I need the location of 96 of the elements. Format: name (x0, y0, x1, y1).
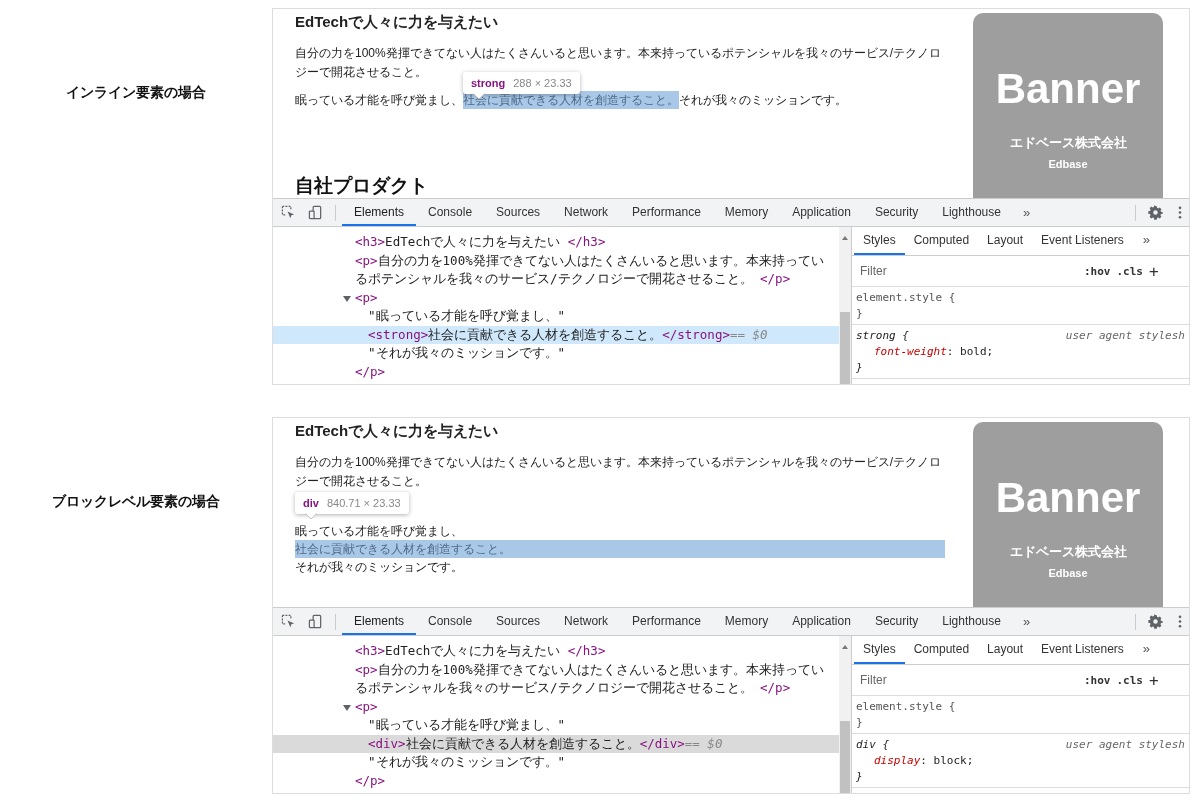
rule-source: user agent stylesh (1065, 328, 1185, 344)
inspect-icon[interactable] (281, 614, 296, 629)
devtools-tab[interactable]: Network (552, 199, 621, 226)
hover-state-button[interactable]: :hov (1084, 673, 1111, 687)
styles-tab[interactable]: Computed (904, 636, 979, 664)
expanded-triangle-icon[interactable] (343, 703, 351, 712)
css-selector: strong { (856, 328, 909, 344)
highlighted-text: 社会に貢献できる人材を創造すること。 (295, 540, 945, 558)
tooltip-tag: div (303, 497, 319, 509)
styles-tab[interactable]: Event Listeners (1032, 636, 1133, 664)
more-tabs-button[interactable]: » (1012, 200, 1041, 225)
class-button[interactable]: .cls (1116, 673, 1143, 687)
dom-line[interactable]: "眠っている才能を呼び覚まし、" (273, 716, 839, 735)
mission-text: 眠っている才能を呼び覚まし、 (295, 93, 463, 107)
section-label: ブロックレベル要素の場合 (52, 493, 220, 511)
paragraph: 自分の力を100%発揮できてない人はたくさんいると思います。本来持っているポテンシャルを我々のサービス/テクノロジーで開花させること。 (295, 454, 943, 490)
styles-tab[interactable]: Styles (854, 227, 905, 255)
styles-tab[interactable]: Styles (854, 636, 905, 664)
devtools-tab[interactable]: Performance (620, 608, 713, 635)
devtools-tab[interactable]: Console (416, 608, 485, 635)
device-icon[interactable] (308, 205, 323, 220)
scroll-up-icon[interactable] (841, 644, 849, 650)
expanded-triangle-icon[interactable] (343, 294, 351, 303)
new-rule-button[interactable]: + (1149, 670, 1159, 690)
dom-line[interactable]: <p> (273, 288, 839, 307)
hover-state-button[interactable]: :hov (1084, 264, 1111, 278)
inspect-icon[interactable] (281, 205, 296, 220)
scrollbar[interactable] (839, 636, 851, 793)
styles-tab[interactable]: Layout (978, 227, 1033, 255)
dom-line[interactable]: <p>自分の力を100%発揮できてない人はたくさんいると思います。本来持っているポテンシャルを我々のサービス/テクノロジーで開花させること。 </p> (273, 251, 839, 289)
devtools-tab[interactable]: Security (862, 199, 931, 226)
section-heading: EdTechで人々に力を与えたい (295, 422, 500, 441)
banner-name: Edbase (1048, 158, 1088, 170)
more-tabs-button[interactable]: » (1132, 227, 1161, 251)
banner-company: エドベース株式会社 (1009, 135, 1127, 152)
mission-text: 眠っている才能を呼び覚まし、 (295, 523, 464, 540)
settings-icon[interactable] (1148, 614, 1163, 629)
device-icon[interactable] (308, 614, 323, 629)
more-tabs-button[interactable]: » (1012, 609, 1041, 634)
css-selector: div { (856, 737, 890, 753)
scrollbar[interactable] (839, 227, 851, 384)
styles-tab[interactable]: Computed (904, 227, 979, 255)
dom-line[interactable]: <h3>EdTechで人々に力を与えたい </h3> (273, 642, 839, 661)
closing-brace: } (856, 715, 864, 731)
section-label: インライン要素の場合 (66, 84, 206, 102)
devtools-tab[interactable]: Lighthouse (930, 608, 1013, 635)
devtools-tab[interactable]: Network (552, 608, 621, 635)
rule-source: user agent stylesh (1065, 737, 1185, 753)
devtools-tab[interactable]: Lighthouse (930, 199, 1013, 226)
dom-line[interactable]: <p>自分の力を100%発揮できてない人はたくさんいると思います。本来持っているポテンシャルを我々のサービス/テクノロジーで開花させること。 </p> (273, 660, 839, 698)
devtools-tab[interactable]: Console (416, 199, 485, 226)
new-rule-button[interactable]: + (1149, 261, 1159, 281)
menu-icon[interactable] (1177, 614, 1183, 629)
closing-brace: } (856, 306, 864, 322)
css-declaration: display: block; (873, 753, 975, 769)
devtools-tab[interactable]: Application (780, 199, 863, 226)
tooltip-size: 840.71 × 23.33 (326, 497, 401, 509)
closing-brace: } (856, 360, 864, 376)
devtools-tab[interactable]: Sources (484, 199, 553, 226)
dom-line[interactable]: <h3>EdTechで人々に力を与えたい </h3> (273, 233, 839, 252)
devtools-tab[interactable]: Memory (712, 608, 781, 635)
devtools-tab[interactable]: Elements (342, 199, 417, 226)
menu-icon[interactable] (1177, 205, 1183, 220)
section-heading: EdTechで人々に力を与えたい (295, 13, 500, 32)
more-tabs-button[interactable]: » (1132, 636, 1161, 660)
banner-title: Banner (995, 65, 1141, 113)
mission-text: それが我々のミッションです。 (295, 559, 464, 576)
section-heading: 自社プロダクト (295, 174, 429, 198)
scroll-up-icon[interactable] (841, 235, 849, 241)
css-selector: element.style { (856, 699, 956, 715)
css-declaration: font-weight: bold; (873, 344, 995, 360)
settings-icon[interactable] (1148, 205, 1163, 220)
dom-line[interactable]: </p> (273, 362, 839, 381)
dom-line[interactable]: <p> (273, 697, 839, 716)
closing-brace: } (856, 769, 864, 785)
dom-line[interactable]: "眠っている才能を呼び覚まし、" (273, 307, 839, 326)
dom-line[interactable]: "それが我々のミッションです。" (273, 344, 839, 363)
banner-company: エドベース株式会社 (1009, 544, 1127, 561)
css-selector: element.style { (856, 290, 956, 306)
tooltip-size: 288 × 23.33 (513, 77, 572, 89)
class-button[interactable]: .cls (1116, 264, 1143, 278)
devtools-tab[interactable]: Performance (620, 199, 713, 226)
banner-title: Banner (995, 474, 1141, 522)
devtools-tab[interactable]: Elements (342, 608, 417, 635)
devtools-tab[interactable]: Sources (484, 608, 553, 635)
tooltip-tag: strong (471, 77, 506, 89)
styles-tab[interactable]: Layout (978, 636, 1033, 664)
paragraph: 自分の力を100%発揮できてない人はたくさんいると思います。本来持っているポテンシャルを我々のサービス/テクノロジーで開花させること。 (295, 45, 943, 79)
devtools-tab[interactable]: Security (862, 608, 931, 635)
banner-name: Edbase (1048, 567, 1088, 579)
dom-line[interactable]: "それが我々のミッションです。" (273, 753, 839, 772)
dom-line[interactable]: </p> (273, 771, 839, 790)
styles-tab[interactable]: Event Listeners (1032, 227, 1133, 255)
devtools-tab[interactable]: Application (780, 608, 863, 635)
devtools-tab[interactable]: Memory (712, 199, 781, 226)
mission-text: それが我々のミッションです。 (679, 93, 847, 107)
